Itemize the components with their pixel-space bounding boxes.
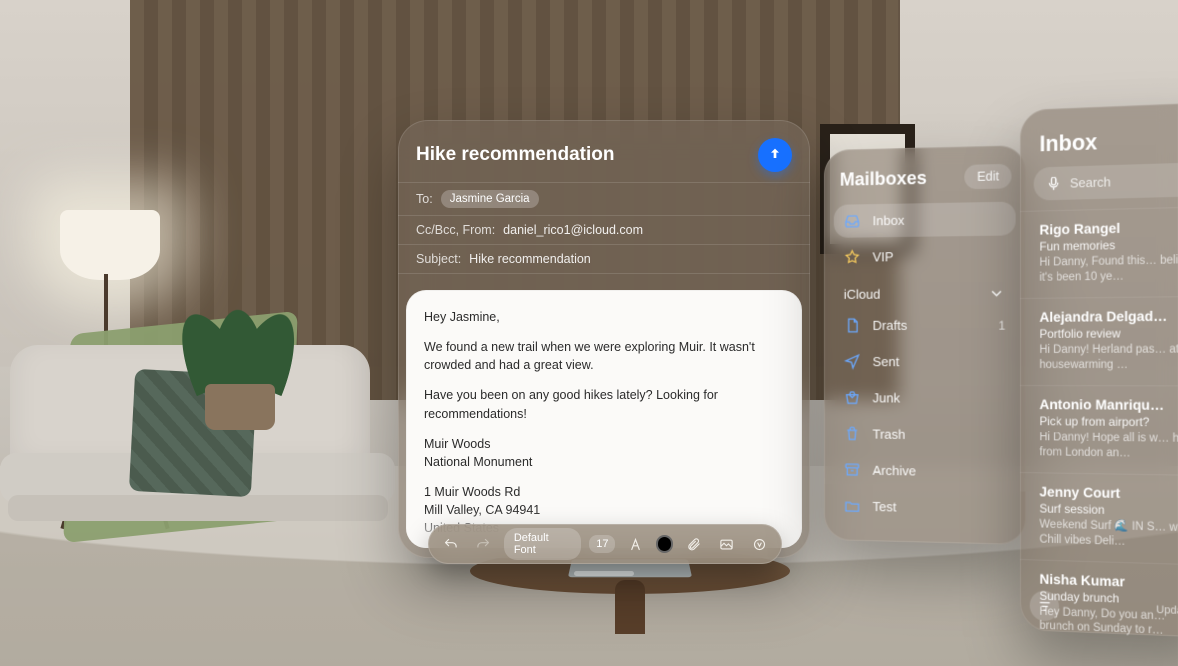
mailbox-label: Junk (873, 390, 900, 405)
insert-photo-button[interactable] (714, 531, 739, 557)
mailbox-label: Test (873, 499, 897, 515)
search-placeholder: Search (1070, 174, 1111, 190)
message-preview: Hi Danny! Hope all is w… home from Londo… (1039, 430, 1178, 462)
mailbox-junk[interactable]: Junk (834, 381, 1016, 416)
attach-button[interactable] (681, 531, 706, 557)
message-item[interactable]: Rigo RangelFun memoriesHi Danny, Found t… (1020, 206, 1178, 298)
junk-icon (844, 389, 861, 406)
mailbox-trash[interactable]: Trash (834, 417, 1016, 452)
message-item[interactable]: Jenny CourtSurf sessionWeekend Surf 🌊 IN… (1020, 472, 1178, 565)
to-row[interactable]: To: Jasmine Garcia (398, 182, 810, 215)
plant (155, 310, 305, 430)
body-paragraph: Have you been on any good hikes lately? … (424, 386, 784, 422)
photo-icon (719, 537, 734, 552)
compose-toolbar: Default Font 17 (428, 524, 782, 564)
star-icon (844, 249, 861, 266)
filter-button[interactable] (1030, 590, 1059, 621)
message-from: Alejandra Delgad… (1039, 307, 1178, 325)
mailbox-test[interactable]: Test (834, 489, 1016, 526)
text-format-button[interactable] (623, 531, 648, 557)
edit-button[interactable]: Edit (965, 164, 1012, 189)
mailbox-label: Drafts (873, 318, 908, 333)
window-handle[interactable] (574, 571, 634, 576)
subject-row[interactable]: Subject: Hike recommendation (398, 244, 810, 274)
message-from: Rigo Rangel (1039, 218, 1178, 238)
font-picker[interactable]: Default Font (504, 528, 581, 560)
message-subject: Portfolio review (1039, 326, 1178, 341)
arrow-up-icon (767, 146, 783, 162)
markup-icon (752, 537, 767, 552)
mic-icon (1045, 175, 1062, 193)
mailboxes-title: Mailboxes (840, 167, 927, 190)
chevron-down-icon (988, 285, 1005, 302)
inbox-title: Inbox (1020, 102, 1178, 168)
subject-value: Hike recommendation (469, 252, 591, 266)
body-place: Muir Woods National Monument (424, 435, 784, 471)
text-format-icon (628, 537, 643, 552)
compose-body[interactable]: Hey Jasmine, We found a new trail when w… (406, 290, 802, 548)
mailbox-label: Archive (873, 463, 916, 479)
to-label: To: (416, 192, 433, 206)
mailbox-inbox[interactable]: Inbox (834, 202, 1016, 238)
section-label: iCloud (844, 287, 881, 302)
body-greeting: Hey Jasmine, (424, 308, 784, 326)
lamp-shade (60, 210, 160, 280)
message-from: Jenny Court (1039, 483, 1178, 502)
message-subject: Pick up from airport? (1039, 414, 1178, 430)
mailbox-label: Trash (873, 426, 906, 441)
body-paragraph: We found a new trail when we were explor… (424, 338, 784, 374)
message-item[interactable]: Antonio Manriqu…Pick up from airport?Hi … (1020, 385, 1178, 475)
redo-button[interactable] (471, 531, 496, 557)
filter-icon (1037, 598, 1052, 614)
message-subject: Surf session (1039, 501, 1178, 519)
send-button[interactable] (758, 138, 792, 172)
cc-row[interactable]: Cc/Bcc, From: daniel_rico1@icloud.com (398, 215, 810, 244)
from-address: daniel_rico1@icloud.com (503, 223, 643, 237)
mailboxes-panel[interactable]: Mailboxes Edit Inbox VIP iCloud Drafts 1… (824, 145, 1026, 545)
folder-icon (844, 497, 861, 514)
message-preview: Hi Danny, Found this… believe it's been … (1039, 253, 1178, 286)
mailbox-vip[interactable]: VIP (834, 238, 1016, 273)
undo-icon (443, 537, 458, 552)
updated-status: Updated… (1156, 604, 1178, 618)
subject-label: Subject: (416, 252, 461, 266)
mailbox-sent[interactable]: Sent (834, 345, 1016, 379)
trash-icon (844, 425, 861, 442)
mailbox-label: Sent (873, 354, 900, 369)
undo-button[interactable] (438, 531, 463, 557)
mailbox-label: VIP (873, 249, 894, 264)
paperplane-icon (844, 353, 861, 370)
message-preview: Hi Danny! Herland pas… at his housewarmi… (1039, 342, 1178, 373)
compose-window[interactable]: Hike recommendation To: Jasmine Garcia C… (398, 120, 810, 558)
redo-icon (476, 537, 491, 552)
markup-button[interactable] (747, 531, 772, 557)
font-size-picker[interactable]: 17 (589, 535, 615, 553)
search-field[interactable]: Search (1034, 162, 1178, 200)
message-item[interactable]: Alejandra Delgad…Portfolio reviewHi Dann… (1020, 296, 1178, 386)
mailbox-drafts[interactable]: Drafts 1 (834, 308, 1016, 342)
message-from: Antonio Manriqu… (1039, 396, 1178, 413)
message-preview: Weekend Surf 🌊 IN S… waves Chill vibes D… (1039, 517, 1178, 551)
inbox-panel[interactable]: Inbox Search Rigo RangelFun memoriesHi D… (1020, 102, 1178, 638)
mailbox-count: 1 (998, 318, 1005, 332)
compose-title: Hike recommendation (416, 144, 615, 166)
document-icon (844, 317, 861, 334)
inbox-icon (844, 212, 861, 229)
cc-label: Cc/Bcc, From: (416, 223, 495, 237)
archivebox-icon (844, 461, 861, 478)
recipient-chip[interactable]: Jasmine Garcia (441, 190, 539, 208)
message-subject: Fun memories (1039, 236, 1178, 253)
mailbox-section-icloud[interactable]: iCloud (844, 285, 1006, 303)
text-color-swatch[interactable] (656, 535, 673, 553)
mailbox-label: Inbox (873, 213, 905, 229)
paperclip-icon (686, 537, 701, 552)
mailbox-archive[interactable]: Archive (834, 453, 1016, 489)
